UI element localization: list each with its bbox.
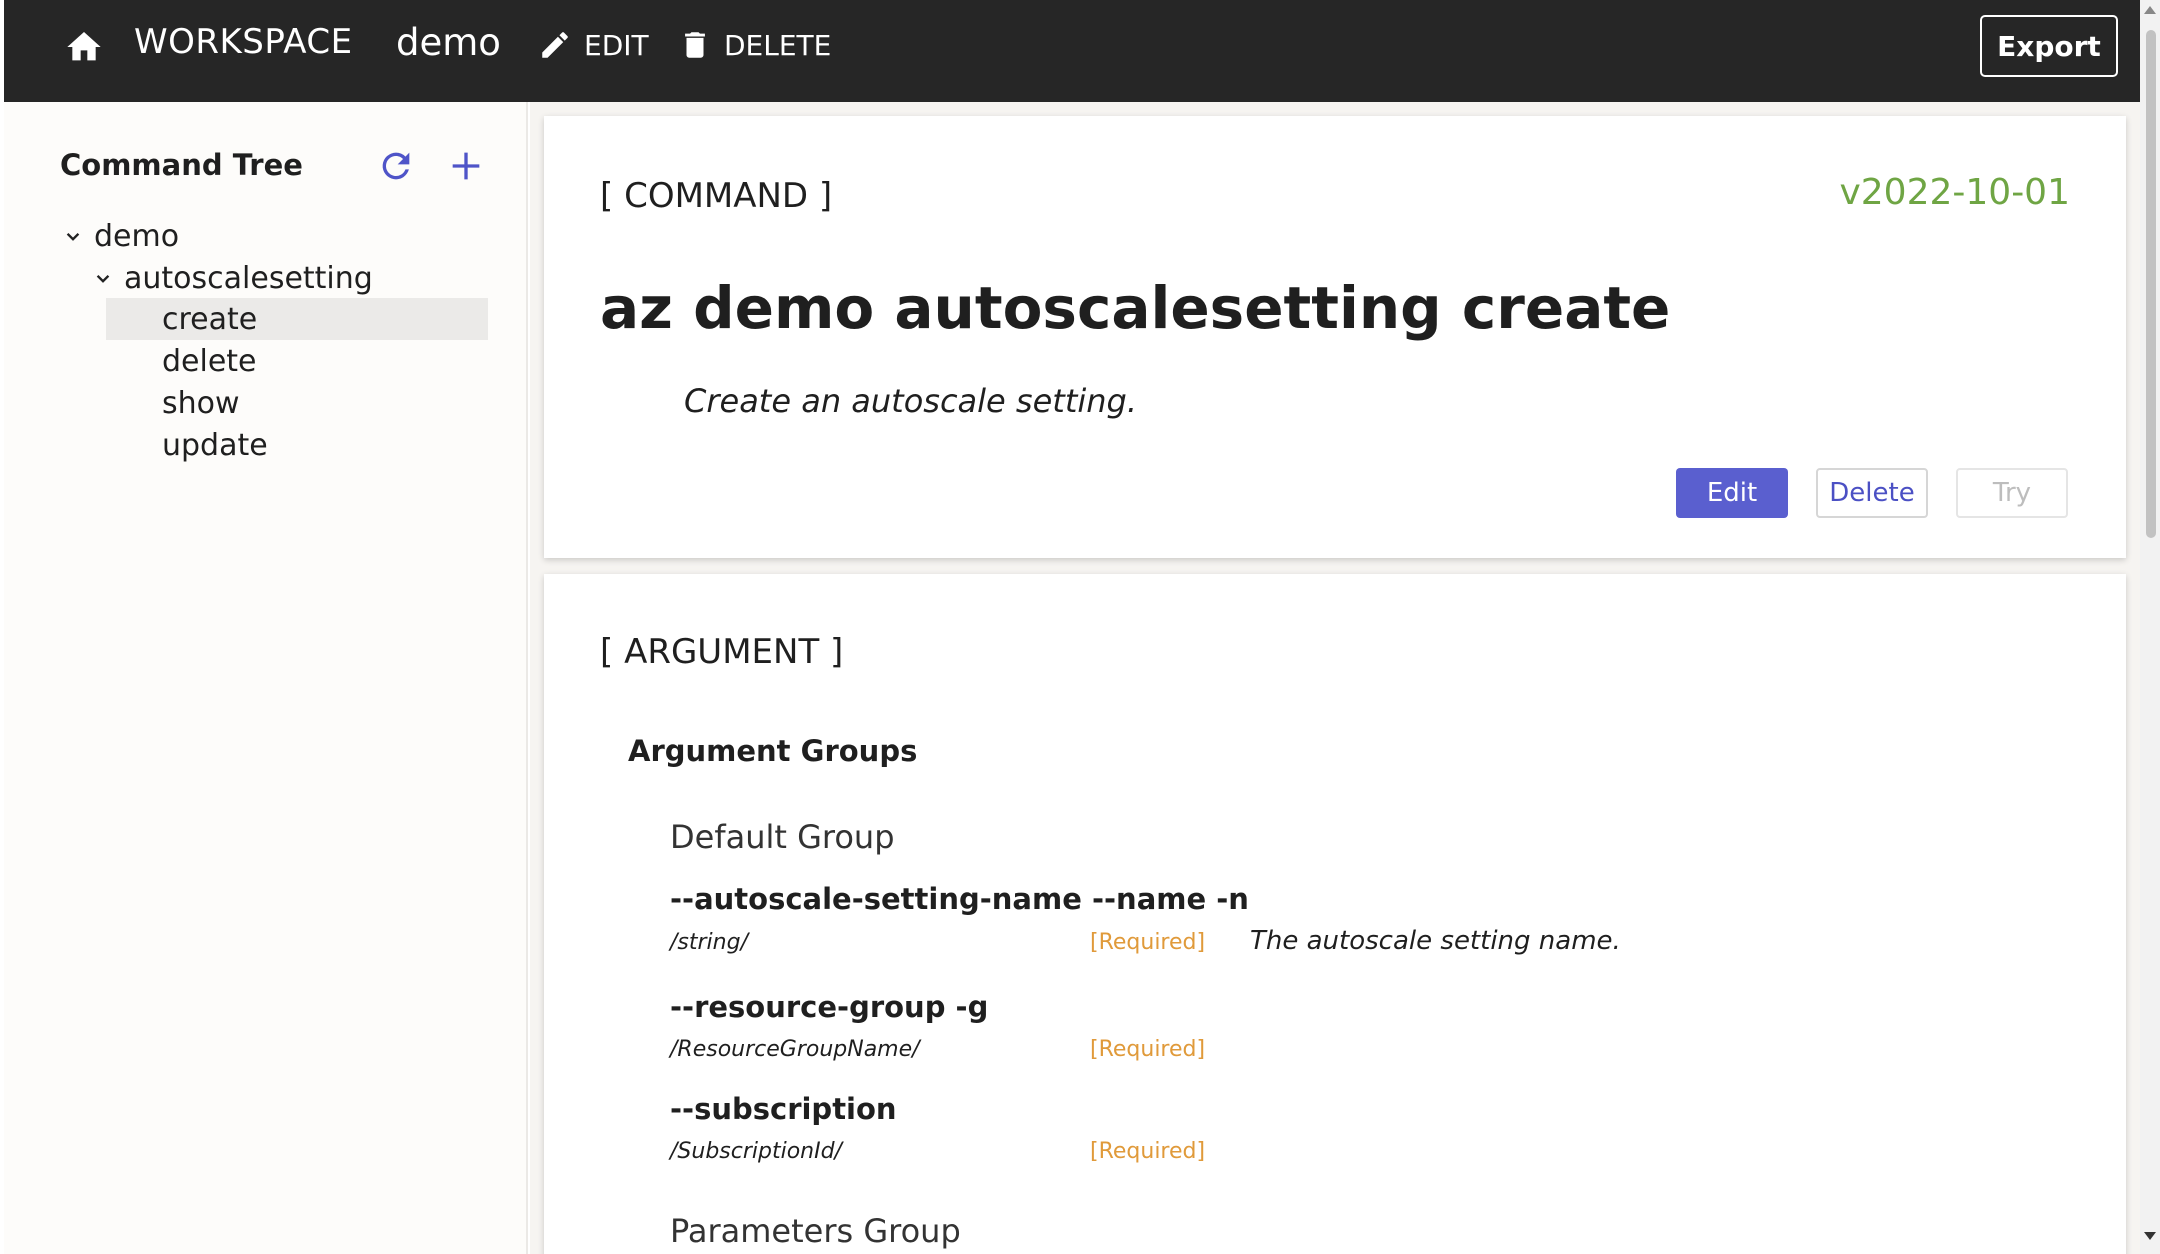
vertical-scrollbar[interactable] [2140, 0, 2160, 1254]
argument-card: [ ARGUMENT ] Argument Groups Default Gro… [544, 574, 2126, 1254]
try-command-button[interactable]: Try [1956, 468, 2068, 518]
arg-options[interactable]: --subscription [670, 1092, 897, 1126]
tree-node-label: demo [94, 218, 180, 254]
arg-type: /string/ [670, 930, 748, 955]
edit-command-button[interactable]: Edit [1676, 468, 1788, 518]
delete-label: DELETE [724, 28, 832, 62]
argument-section-label: [ ARGUMENT ] [600, 632, 844, 672]
scrollbar-thumb[interactable] [2146, 30, 2156, 538]
command-tree-panel: Command Tree demo autoscalesetting creat… [4, 102, 528, 1254]
scroll-up-arrow-icon[interactable] [2144, 6, 2156, 14]
tree-leaf-create[interactable]: create [106, 298, 488, 340]
chevron-down-icon[interactable] [60, 223, 86, 249]
home-icon[interactable] [64, 27, 104, 67]
arg-group-default[interactable]: Default Group [670, 818, 895, 856]
top-app-bar: WORKSPACE demo EDIT DELETE Export [4, 0, 2140, 102]
arg-options[interactable]: --autoscale-setting-name --name -n [670, 882, 1249, 916]
tree-node-label: autoscalesetting [124, 260, 373, 296]
app-brand[interactable]: WORKSPACE [134, 22, 353, 62]
delete-workspace-button[interactable]: DELETE [678, 28, 831, 62]
add-icon[interactable] [446, 146, 486, 186]
pencil-icon [542, 32, 568, 58]
command-card: [ COMMAND ] v2022-10-01 az demo autoscal… [544, 116, 2126, 558]
scroll-down-arrow-icon[interactable] [2144, 1232, 2156, 1240]
tree-leaf-delete[interactable]: delete [106, 340, 488, 382]
command-description: Create an autoscale setting. [684, 382, 1138, 420]
arg-type: /SubscriptionId/ [670, 1139, 842, 1164]
workspace-name: demo [396, 21, 501, 64]
arg-type: /ResourceGroupName/ [670, 1037, 920, 1062]
tree-node-autoscalesetting[interactable]: autoscalesetting [90, 257, 373, 299]
arg-options[interactable]: --resource-group -g [670, 990, 988, 1024]
arg-group-parameters[interactable]: Parameters Group [670, 1212, 961, 1250]
arg-required-badge: [Required] [1090, 1139, 1206, 1164]
argument-groups-title: Argument Groups [628, 734, 918, 768]
command-tree-title: Command Tree [60, 148, 303, 182]
refresh-icon[interactable] [376, 146, 416, 186]
chevron-down-icon[interactable] [90, 265, 116, 291]
edit-workspace-button[interactable]: EDIT [538, 28, 649, 62]
arg-required-badge: [Required] [1090, 1037, 1206, 1062]
tree-leaf-show[interactable]: show [106, 382, 488, 424]
arg-required-badge: [Required] [1090, 930, 1206, 955]
tree-node-demo[interactable]: demo [60, 215, 179, 257]
export-button[interactable]: Export [1980, 15, 2118, 77]
main-content: [ COMMAND ] v2022-10-01 az demo autoscal… [530, 102, 2140, 1254]
tree-leaf-update[interactable]: update [106, 424, 488, 466]
command-section-label: [ COMMAND ] [600, 176, 833, 216]
delete-command-button[interactable]: Delete [1816, 468, 1928, 518]
edit-label: EDIT [584, 28, 649, 62]
trash-icon [685, 32, 705, 58]
arg-help-text: The autoscale setting name. [1250, 926, 1621, 956]
version-label[interactable]: v2022-10-01 [1839, 172, 2070, 213]
command-title: az demo autoscalesetting create [600, 274, 1671, 342]
